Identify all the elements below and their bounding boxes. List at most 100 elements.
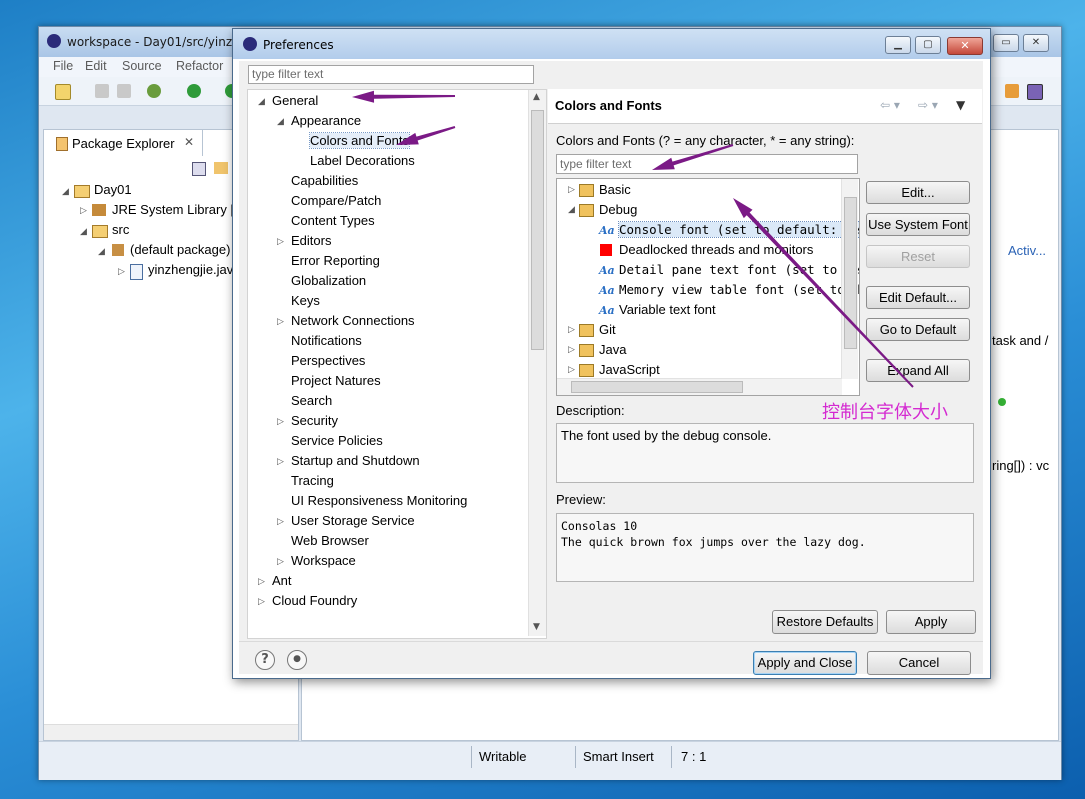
go-to-default-button[interactable]: Go to Default: [866, 318, 970, 341]
scroll-up-icon[interactable]: ▲: [533, 92, 540, 102]
help-icon[interactable]: ?: [255, 650, 275, 670]
expand-toggle-icon[interactable]: ▷: [258, 597, 265, 607]
pref-tree-item-user-storage-service[interactable]: User Storage Service: [291, 513, 415, 528]
use-system-font-button[interactable]: Use System Font: [866, 213, 970, 236]
debug-icon[interactable]: [147, 84, 161, 98]
expand-all-button[interactable]: Expand All: [866, 359, 970, 382]
menu-chevron-icon[interactable]: ▼: [956, 98, 965, 112]
forward-arrow-icon[interactable]: ⇨ ▾: [918, 98, 938, 112]
apply-button[interactable]: Apply: [886, 610, 976, 634]
horizontal-scrollbar[interactable]: [44, 724, 298, 740]
expand-toggle-icon[interactable]: ▷: [277, 557, 284, 567]
collapse-all-icon[interactable]: [192, 162, 206, 176]
expand-toggle-icon[interactable]: ▷: [277, 517, 284, 527]
font-tree-row[interactable]: Deadlocked threads and monitors: [557, 241, 841, 260]
run-icon[interactable]: [187, 84, 201, 98]
expand-toggle-icon[interactable]: ▷: [277, 457, 284, 467]
pref-tree-item-editors[interactable]: Editors: [291, 233, 331, 248]
collapse-toggle-icon[interactable]: ◢: [277, 117, 284, 127]
pref-tree-item-label-decorations[interactable]: Label Decorations: [310, 153, 415, 168]
expand-toggle-icon[interactable]: ▷: [568, 365, 575, 375]
import-export-icon[interactable]: ●: [287, 650, 307, 670]
font-tree-row[interactable]: ▷ Git: [557, 321, 841, 340]
back-arrow-icon[interactable]: ⇦ ▾: [880, 98, 900, 112]
tree-item-day01[interactable]: Day01: [94, 182, 132, 197]
expand-toggle-icon[interactable]: ▷: [568, 185, 575, 195]
menu-edit[interactable]: Edit: [85, 59, 107, 73]
cancel-button[interactable]: Cancel: [867, 651, 971, 675]
expand-toggle-icon[interactable]: ▷: [568, 345, 575, 355]
pref-tree-item-perspectives[interactable]: Perspectives: [291, 353, 365, 368]
edit-default-button[interactable]: Edit Default...: [866, 286, 970, 309]
activate-link[interactable]: Activ...: [1008, 243, 1046, 258]
pref-tree-item-colors-and-fonts[interactable]: Colors and Fonts: [309, 132, 410, 149]
expand-toggle-icon[interactable]: ▷: [277, 417, 284, 427]
collapse-toggle-icon[interactable]: ◢: [568, 205, 575, 215]
pref-tree-item-project-natures[interactable]: Project Natures: [291, 373, 381, 388]
font-tree-row[interactable]: Aa Memory view table font (set to d: [557, 281, 859, 300]
minimize-button[interactable]: ▁: [885, 36, 911, 54]
close-tab-icon[interactable]: ✕: [184, 135, 194, 149]
pref-tree-item-compare-patch[interactable]: Compare/Patch: [291, 193, 381, 208]
font-tree-row[interactable]: Aa Detail pane text font (set to de: [557, 261, 859, 280]
pref-tree-item-ant[interactable]: Ant: [272, 573, 292, 588]
tree-item-java-file[interactable]: yinzhengjie.jav: [148, 262, 233, 277]
pref-tree-item-network-connections[interactable]: Network Connections: [291, 313, 415, 328]
pref-tree-item-tracing[interactable]: Tracing: [291, 473, 334, 488]
font-tree-row[interactable]: ◢ Debug: [557, 201, 841, 220]
font-tree-row[interactable]: Aa Variable text font: [557, 301, 841, 320]
pref-tree-item-content-types[interactable]: Content Types: [291, 213, 375, 228]
close-button[interactable]: ✕: [1023, 34, 1049, 52]
pref-tree-item-error-reporting[interactable]: Error Reporting: [291, 253, 380, 268]
reset-button[interactable]: Reset: [866, 245, 970, 268]
pref-tree-item-ui-responsiveness-monitoring[interactable]: UI Responsiveness Monitoring: [291, 493, 467, 508]
package-explorer-tab[interactable]: Package Explorer ✕: [44, 130, 203, 156]
vertical-scrollbar[interactable]: ▲ ▼: [528, 90, 546, 636]
pref-tree-item-startup-and-shutdown[interactable]: Startup and Shutdown: [291, 453, 420, 468]
expand-toggle-icon[interactable]: ▷: [277, 237, 284, 247]
horizontal-scrollbar[interactable]: [557, 378, 842, 395]
expand-toggle-icon[interactable]: ▷: [277, 317, 284, 327]
pref-tree-item-appearance[interactable]: Appearance: [291, 113, 361, 128]
menu-file[interactable]: File: [53, 59, 73, 73]
pref-tree-item-keys[interactable]: Keys: [291, 293, 320, 308]
link-with-editor-icon[interactable]: [214, 162, 228, 174]
pref-tree-item-notifications[interactable]: Notifications: [291, 333, 362, 348]
pref-tree-item-general[interactable]: General: [272, 93, 318, 108]
expand-toggle-icon[interactable]: ▷: [258, 577, 265, 587]
scrollbar-thumb[interactable]: [531, 110, 544, 350]
pref-tree-item-capabilities[interactable]: Capabilities: [291, 173, 358, 188]
menu-source[interactable]: Source: [122, 59, 162, 73]
save-all-icon[interactable]: [117, 84, 131, 98]
close-button[interactable]: ✕: [947, 37, 983, 55]
pref-tree-item-globalization[interactable]: Globalization: [291, 273, 366, 288]
new-icon[interactable]: [55, 84, 71, 100]
maximize-button[interactable]: ▢: [915, 36, 941, 54]
menu-refactor[interactable]: Refactor: [176, 59, 223, 73]
edit-button[interactable]: Edit...: [866, 181, 970, 204]
font-tree-row[interactable]: ▷ Basic: [557, 181, 841, 200]
perspective-java-icon[interactable]: [1005, 84, 1019, 98]
collapse-toggle-icon[interactable]: ◢: [258, 97, 265, 107]
restore-button[interactable]: ▭: [993, 34, 1019, 52]
pref-tree-item-web-browser[interactable]: Web Browser: [291, 533, 369, 548]
pref-tree-item-service-policies[interactable]: Service Policies: [291, 433, 383, 448]
pref-tree-item-cloud-foundry[interactable]: Cloud Foundry: [272, 593, 357, 608]
pref-tree-item-workspace[interactable]: Workspace: [291, 553, 356, 568]
expand-toggle-icon[interactable]: ▷: [568, 325, 575, 335]
font-tree-row[interactable]: Aa Console font (set to default: Te: [557, 221, 859, 240]
tree-item-default-package[interactable]: (default package): [130, 242, 230, 257]
vertical-scrollbar[interactable]: [841, 179, 858, 379]
font-filter-input[interactable]: type filter text: [556, 154, 858, 174]
scroll-down-icon[interactable]: ▼: [533, 622, 540, 632]
font-tree-row[interactable]: ▷ Java: [557, 341, 841, 360]
save-icon[interactable]: [95, 84, 109, 98]
apply-and-close-button[interactable]: Apply and Close: [753, 651, 857, 675]
tree-item-src[interactable]: src: [112, 222, 129, 237]
pref-tree-item-search[interactable]: Search: [291, 393, 332, 408]
filter-input[interactable]: type filter text: [248, 65, 534, 84]
tree-item-jre[interactable]: JRE System Library [J: [112, 202, 241, 217]
pref-tree-item-security[interactable]: Security: [291, 413, 338, 428]
restore-defaults-button[interactable]: Restore Defaults: [772, 610, 878, 634]
perspective-debug-icon[interactable]: [1027, 84, 1043, 100]
